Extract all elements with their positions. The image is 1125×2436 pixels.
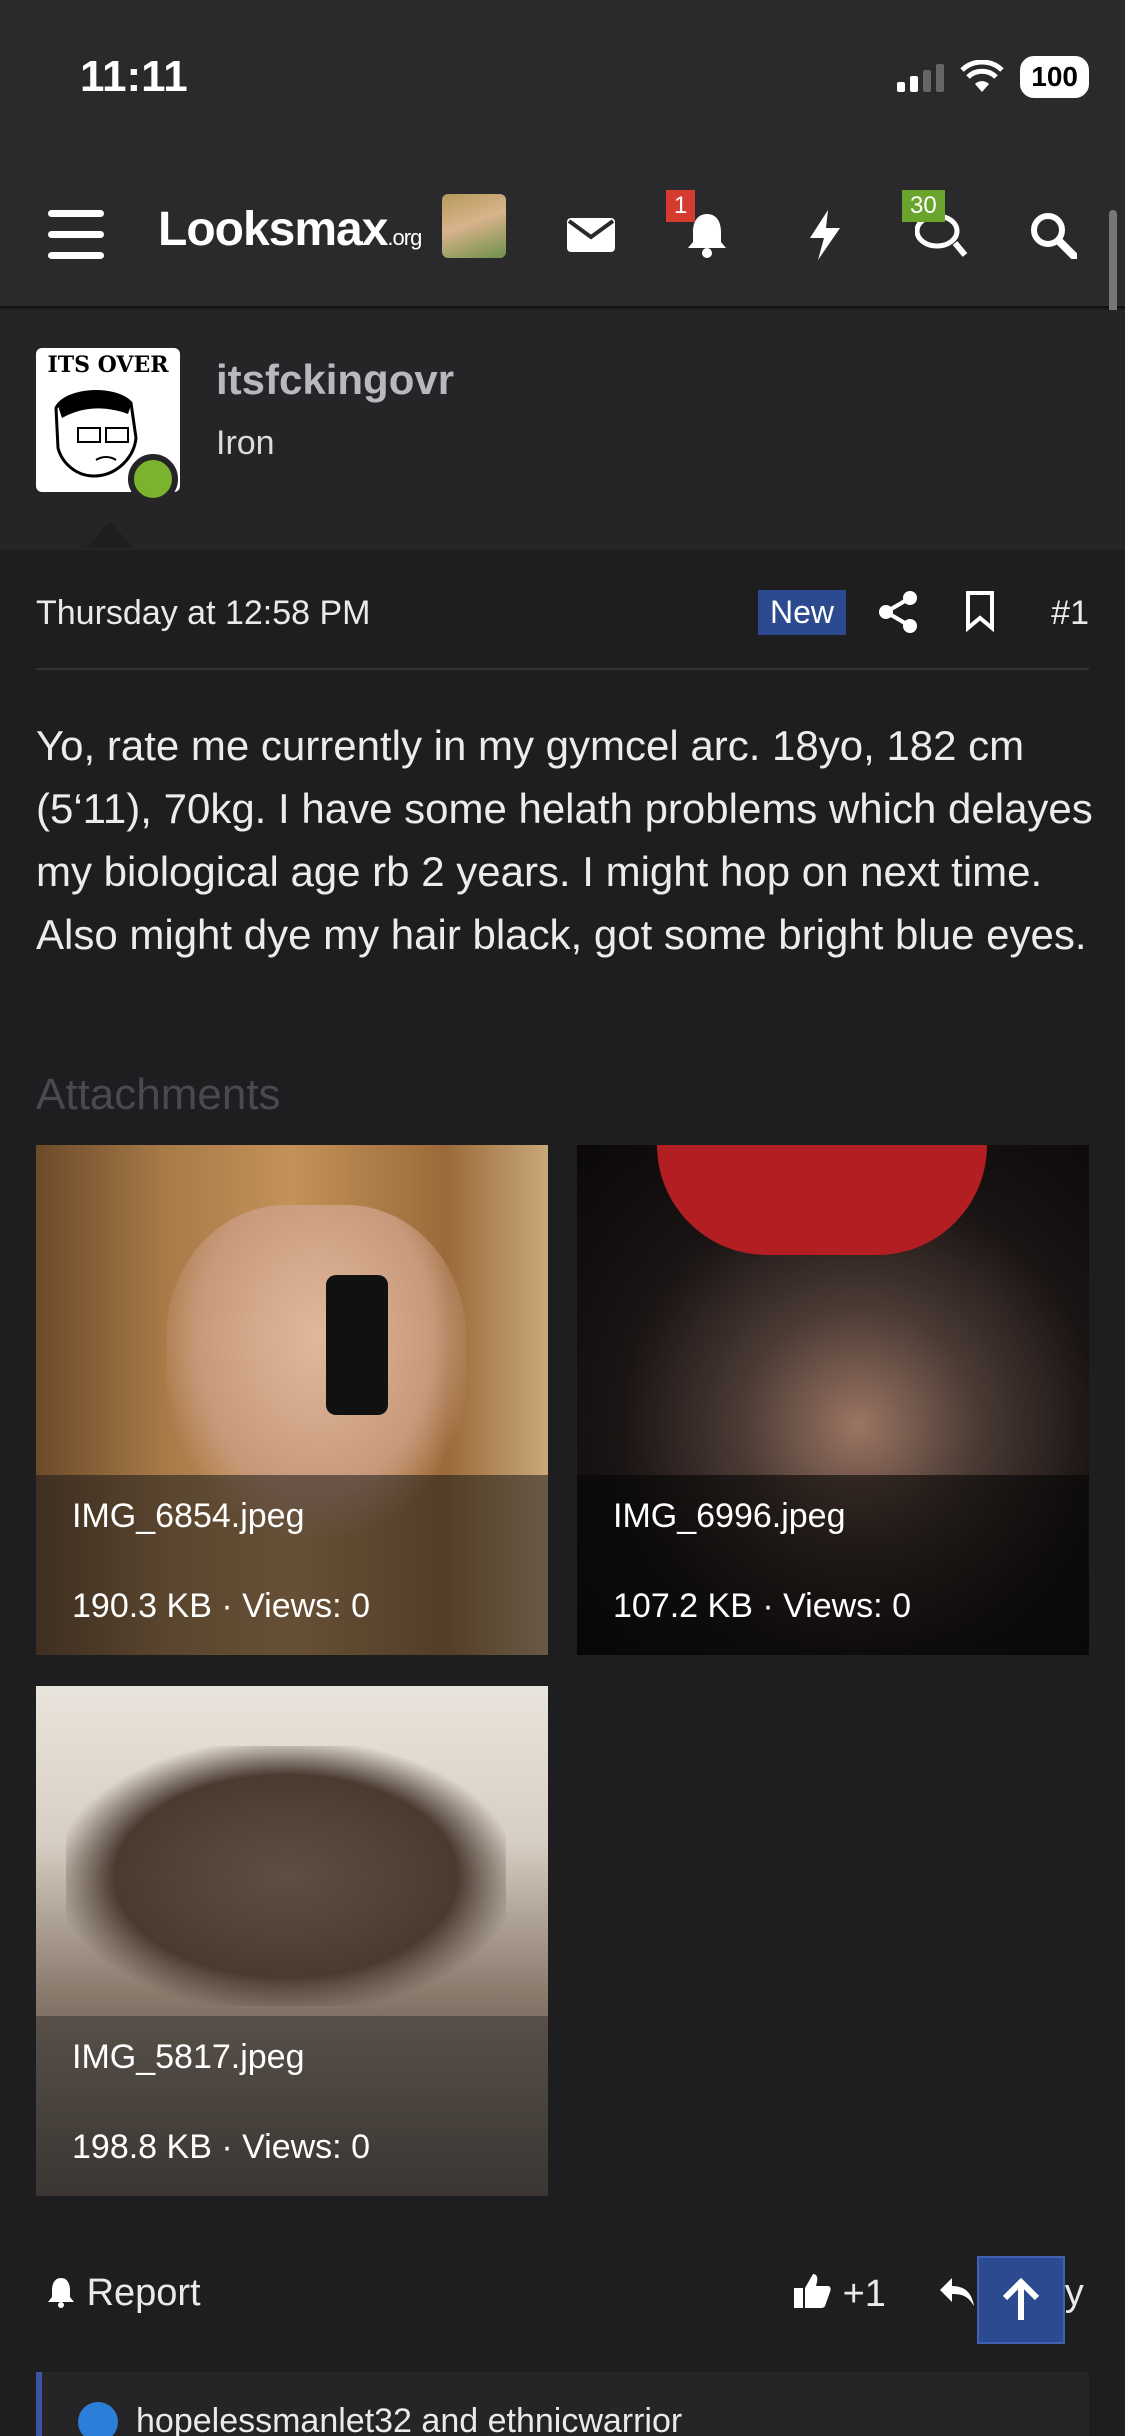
photo-phone (326, 1275, 388, 1415)
status-bar: 11:11 100 (0, 0, 1125, 160)
signal-icon (897, 62, 945, 92)
scroll-to-top-button[interactable] (977, 2256, 1065, 2344)
post-number[interactable]: #1 (1051, 594, 1089, 633)
attachment-caption: IMG_6996.jpeg 107.2 KB · Views: 0 (577, 1475, 1089, 1655)
post-actions: Report +1 Reply (36, 2266, 1089, 2336)
report-button[interactable]: Report (46, 2272, 201, 2315)
page-scrollbar[interactable] (1109, 210, 1117, 320)
account-avatar[interactable] (442, 194, 506, 258)
attachment-thumbnail[interactable]: IMG_5817.jpeg 198.8 KB · Views: 0 (36, 1686, 548, 2196)
conversations-badge: 30 (902, 190, 945, 222)
new-badge: New (758, 590, 847, 635)
reactions-bar: hopelessmanlet32 and ethnicwarrior (36, 2372, 1089, 2436)
report-label: Report (86, 2272, 201, 2314)
attachment-thumbnail[interactable]: IMG_6996.jpeg 107.2 KB · Views: 0 (577, 1145, 1089, 1655)
author-username[interactable]: itsfckingovr (216, 356, 454, 404)
attachment-filename: IMG_6854.jpeg (72, 1497, 305, 1535)
author-pointer (86, 522, 134, 548)
share-icon[interactable] (878, 590, 928, 640)
site-logo[interactable]: Looksmax.org (158, 202, 422, 257)
like-count: +1 (842, 2273, 886, 2315)
logo-text: Looksmax (158, 203, 388, 256)
online-status-dot (128, 454, 178, 504)
lightning-icon[interactable] (790, 200, 860, 270)
attachment-caption: IMG_5817.jpeg 198.8 KB · Views: 0 (36, 2016, 548, 2196)
attachments-heading: Attachments (36, 1070, 281, 1119)
menu-icon[interactable] (40, 200, 110, 270)
post-author-block: ITS OVER itsfckingovr Iron (0, 310, 1125, 550)
attachment-meta: 198.8 KB · Views: 0 (72, 2128, 370, 2166)
like-button[interactable]: +1 (792, 2272, 886, 2316)
attachment-caption: IMG_6854.jpeg 190.3 KB · Views: 0 (36, 1475, 548, 1655)
envelope-icon[interactable] (556, 200, 626, 270)
bookmark-icon[interactable] (964, 590, 1014, 640)
battery-indicator: 100 (1020, 56, 1089, 98)
status-time: 11:11 (80, 52, 188, 101)
like-reaction-icon (78, 2402, 118, 2436)
attachment-filename: IMG_5817.jpeg (72, 2038, 305, 2076)
attachment-meta: 190.3 KB · Views: 0 (72, 1587, 370, 1625)
status-indicators: 100 (897, 56, 1089, 98)
logo-suffix: .org (387, 225, 422, 250)
attachment-thumbnail[interactable]: IMG_6854.jpeg 190.3 KB · Views: 0 (36, 1145, 548, 1655)
top-navbar: Looksmax.org 1 30 (0, 160, 1125, 308)
post-body: Yo, rate me currently in my gymcel arc. … (36, 722, 1093, 958)
reactions-users[interactable]: hopelessmanlet32 and ethnicwarrior (136, 2402, 682, 2436)
attachment-filename: IMG_6996.jpeg (613, 1497, 846, 1535)
arrow-up-icon (1002, 2278, 1040, 2320)
wifi-icon (960, 60, 1005, 92)
notifications-badge: 1 (666, 190, 696, 222)
author-rank: Iron (216, 424, 275, 462)
post-meta-row: Thursday at 12:58 PM New #1 (36, 590, 1089, 670)
search-icon[interactable] (1018, 200, 1088, 270)
attachment-meta: 107.2 KB · Views: 0 (613, 1587, 911, 1625)
thumbs-up-icon (794, 2274, 831, 2308)
reply-icon (940, 2278, 974, 2306)
bell-icon (48, 2278, 74, 2308)
post-date[interactable]: Thursday at 12:58 PM (36, 594, 371, 633)
